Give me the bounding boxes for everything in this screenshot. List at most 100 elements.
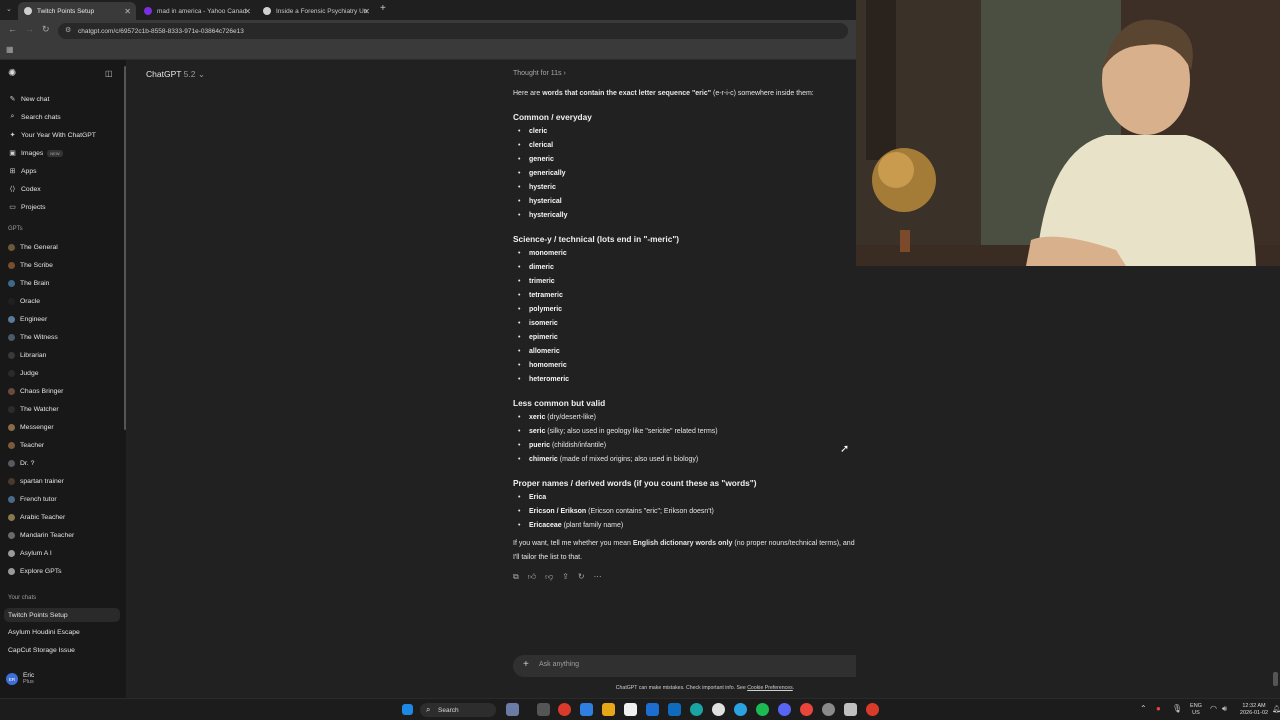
task-view-icon[interactable] [537,703,550,716]
close-icon[interactable]: ✕ [363,7,370,16]
url-text: chatgpt.com/c/69572c1b-8558-8333-971e-03… [78,27,244,35]
volume-icon[interactable]: 🔊︎ [1222,704,1227,714]
gpt-item[interactable]: Oracle [8,295,40,307]
composer-input[interactable]: Ask anything [539,661,579,668]
sidebar-item[interactable]: ▣ Images NEW [8,147,63,159]
gpt-item[interactable]: The Watcher [8,403,59,415]
gpt-label: Librarian [20,351,47,359]
gpt-avatar-icon [8,513,15,521]
gpt-item[interactable]: Librarian [8,349,46,361]
gpt-item[interactable]: French tutor [8,493,57,505]
browser-tab[interactable]: Twitch Points Setup ✕ [18,2,136,20]
gpt-item[interactable]: Dr. ? [8,457,34,469]
address-bar[interactable]: ⚙ chatgpt.com/c/69572c1b-8558-8333-971e-… [58,23,848,39]
app-icon-1[interactable] [558,703,571,716]
close-icon[interactable]: ✕ [244,7,251,16]
sidebar-item[interactable]: ⌕ Search chats [8,111,61,123]
chat-history-item[interactable]: CapCut Storage Issue [8,644,75,656]
browser-tab[interactable]: Inside a Forensic Psychiatry Un ✕ [257,2,375,20]
close-icon[interactable]: ✕ [124,7,131,16]
sidebar-item[interactable]: ✎ New chat [8,93,50,105]
gpt-item[interactable]: Arabic Teacher [8,511,65,523]
browser-tab[interactable]: mad in america - Yahoo Canad ✕ [138,2,256,20]
app-icon-7[interactable] [866,703,879,716]
gpt-item[interactable]: Messenger [8,421,54,433]
site-info-icon[interactable]: ⚙ [65,26,71,34]
new-badge: NEW [47,149,63,157]
sidebar-toggle-icon[interactable]: ◫ [105,69,113,78]
clock[interactable]: 12:32 AM 2026-01-02 [1238,703,1270,717]
gpt-item[interactable]: The Witness [8,331,58,343]
thumbs-down-icon[interactable]: 👎︎ [545,572,553,582]
cookie-preferences-link[interactable]: Cookie Preferences [747,685,793,691]
settings-icon[interactable] [822,703,835,716]
gpt-item[interactable]: Chaos Bringer [8,385,63,397]
apps-grid-icon[interactable]: ▦ [6,45,14,54]
chat-history-item[interactable]: Asylum Houdini Escape [8,626,80,638]
gpt-avatar-icon [8,423,15,431]
gpt-item[interactable]: Explore GPTs [8,565,62,577]
spotify-icon[interactable] [756,703,769,716]
app-icon-3[interactable] [624,703,637,716]
edit-icon: ✎ [9,96,16,103]
sidebar-item[interactable]: ⊞ Apps [8,165,37,177]
windows-start-icon[interactable] [402,704,413,715]
tray-app-icon[interactable]: ● [1156,704,1161,713]
app-icon-4[interactable] [646,703,659,716]
gpt-item[interactable]: The Brain [8,277,49,289]
thumbs-up-icon[interactable]: 👍︎ [528,572,536,582]
regenerate-icon[interactable]: ↻ [578,572,585,582]
wifi-icon[interactable]: ◠ [1210,704,1217,713]
reload-icon[interactable]: ↻ [42,24,50,35]
gpt-item[interactable]: Judge [8,367,39,379]
share-icon[interactable]: ⇪ [562,572,569,582]
app-icon-2[interactable] [580,703,593,716]
app-icon-6[interactable] [844,703,857,716]
taskbar-search-label: Search [438,706,459,714]
tab-title: Twitch Points Setup [37,7,95,15]
gpt-item[interactable]: Mandarin Teacher [8,529,74,541]
outlook-icon[interactable] [668,703,681,716]
gpt-item[interactable]: The General [8,241,58,253]
gpt-item[interactable]: spartan trainer [8,475,64,487]
new-tab-button[interactable]: + [380,3,386,14]
copy-icon[interactable]: ⧉ [513,572,519,582]
gpt-item[interactable]: Teacher [8,439,44,451]
plus-icon[interactable]: + [523,659,529,670]
edge-icon[interactable] [690,703,703,716]
gpt-avatar-icon [8,387,15,395]
thought-toggle[interactable]: Thought for 11s › [513,70,566,77]
more-icon[interactable]: ⋯ [594,572,602,582]
gpt-item[interactable]: Asylum A I [8,547,52,559]
language-indicator[interactable]: ENG US [1186,703,1206,717]
sidebar-item[interactable]: ✦ Your Year With ChatGPT [8,129,96,141]
gpt-avatar-icon [8,405,15,413]
taskbar-widget-icon[interactable] [506,703,519,716]
tab-list-icon[interactable]: ⌄ [6,5,12,13]
discord-icon[interactable] [778,703,791,716]
page-scrollbar[interactable] [1273,672,1278,686]
chrome-icon[interactable] [800,703,813,716]
disclaimer-text: ChatGPT can make mistakes. Check importa… [615,685,748,691]
forward-icon[interactable]: → [25,24,34,34]
openai-logo-icon[interactable]: ✺ [8,68,16,79]
telegram-icon[interactable] [734,703,747,716]
chat-history-item[interactable]: Twitch Points Setup [4,608,120,622]
app-icon-5[interactable] [712,703,725,716]
sidebar-item-label: Codex [21,185,41,193]
gpt-item[interactable]: Engineer [8,313,47,325]
back-icon[interactable]: ← [8,24,17,34]
notification-icon[interactable]: 🔔︎ [1272,705,1280,713]
taskbar-search[interactable]: ⌕ Search [420,703,496,717]
tray-mic-icon[interactable]: 🎙︎ [1172,704,1182,713]
gpt-item[interactable]: The Scribe [8,259,53,271]
sidebar-item[interactable]: ▭ Projects [8,201,45,213]
gpt-avatar-icon [8,441,15,449]
user-profile[interactable]: ER Eric Plus [6,672,34,686]
gpt-avatar-icon [8,297,15,305]
composer[interactable]: + Ask anything 🎙︎ ||| [513,655,897,677]
tray-chevron-icon[interactable]: ⌃ [1140,704,1147,713]
model-selector[interactable]: ChatGPT 5.2 ⌄ [146,69,205,80]
file-explorer-icon[interactable] [602,703,615,716]
sidebar-item[interactable]: ⟨⟩ Codex [8,183,41,195]
